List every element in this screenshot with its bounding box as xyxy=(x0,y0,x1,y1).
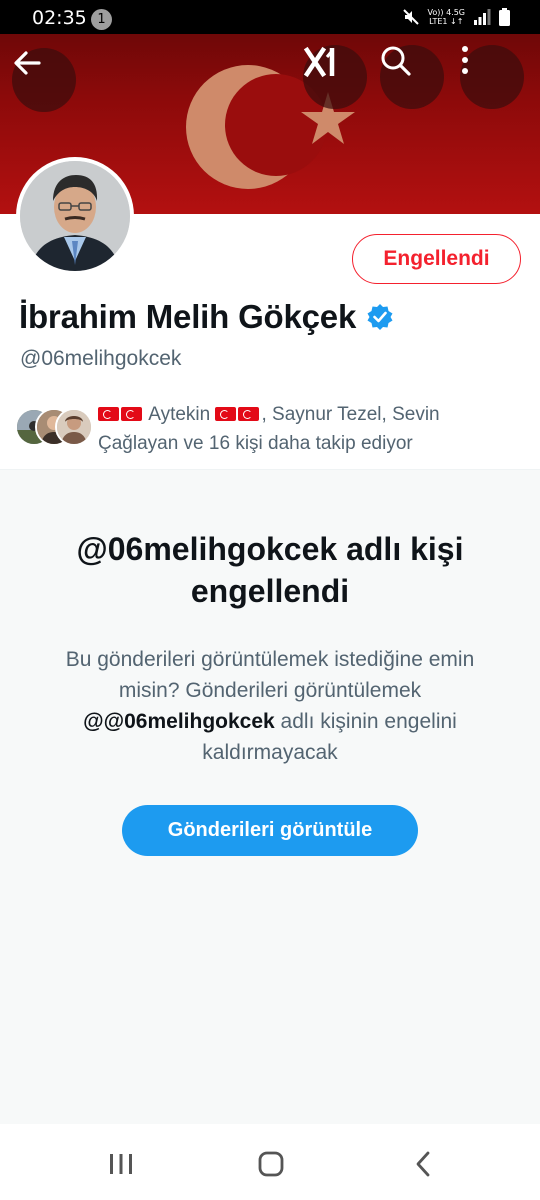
profile-avatar[interactable] xyxy=(16,157,134,275)
avatar-photo xyxy=(20,161,130,271)
grok-button[interactable] xyxy=(303,45,367,109)
android-nav-bar xyxy=(0,1124,540,1200)
notification-badge: 1 xyxy=(91,9,112,30)
battery-icon xyxy=(499,8,510,26)
blocked-desc-handle: @@06melihgokcek xyxy=(83,710,275,733)
recent-apps-button[interactable] xyxy=(91,1144,151,1184)
followers-name-a: Aytekin xyxy=(148,404,211,425)
back-nav-button[interactable] xyxy=(393,1144,453,1184)
mute-icon xyxy=(402,9,419,25)
back-button[interactable] xyxy=(12,48,76,112)
home-button[interactable] xyxy=(241,1144,301,1184)
status-icons: Vo)) 4.5G LTE1 ↓↑ xyxy=(402,6,510,28)
blocked-notice: @06melihgokcek adlı kişi engellendi Bu g… xyxy=(0,470,540,1124)
network-top: Vo)) 4.5G xyxy=(427,8,465,17)
display-name-row: İbrahim Melih Gökçek xyxy=(19,298,394,336)
status-time: 02:35 xyxy=(32,7,87,29)
blocked-button[interactable]: Engellendi xyxy=(352,234,521,284)
profile-handle: @06melihgokcek xyxy=(20,347,182,370)
back-arrow-icon xyxy=(14,51,41,75)
avatar-portrait-image xyxy=(20,161,130,271)
verified-badge-icon[interactable] xyxy=(366,303,394,331)
recent-apps-icon xyxy=(110,1154,132,1174)
status-bar: 02:35 1 Vo)) 4.5G LTE1 ↓↑ xyxy=(0,0,540,34)
followers-you-know[interactable]: Aytekin , Saynur Tezel, Sevin Çağlayan v… xyxy=(15,398,525,458)
search-button[interactable] xyxy=(380,45,444,109)
followers-text: Aytekin , Saynur Tezel, Sevin Çağlayan v… xyxy=(98,400,518,458)
chevron-left-icon xyxy=(416,1151,430,1177)
follower-avatar xyxy=(55,408,93,446)
more-options-button[interactable] xyxy=(460,45,524,109)
turkey-flag-icon xyxy=(238,407,260,421)
follower-avatars xyxy=(15,406,93,446)
network-bottom: LTE1 ↓↑ xyxy=(429,17,464,26)
turkey-flag-icon xyxy=(98,407,119,421)
blocked-title: @06melihgokcek adlı kişi engellendi xyxy=(76,531,464,609)
display-name: İbrahim Melih Gökçek xyxy=(19,298,357,335)
home-icon xyxy=(258,1151,284,1177)
blocked-description: Bu gönderileri görüntülemek istediğine e… xyxy=(40,644,500,768)
turkey-flag-icon xyxy=(121,407,142,421)
network-label: Vo)) 4.5G LTE1 ↓↑ xyxy=(428,8,465,26)
view-posts-button[interactable]: Gönderileri görüntüle xyxy=(122,805,418,856)
blocked-desc-part1: Bu gönderileri görüntülemek istediğine e… xyxy=(65,648,475,702)
turkey-flag-icon xyxy=(215,407,237,421)
signal-icon xyxy=(474,9,491,25)
more-vertical-icon xyxy=(462,46,468,74)
grok-icon xyxy=(303,46,335,78)
search-icon xyxy=(381,46,411,76)
